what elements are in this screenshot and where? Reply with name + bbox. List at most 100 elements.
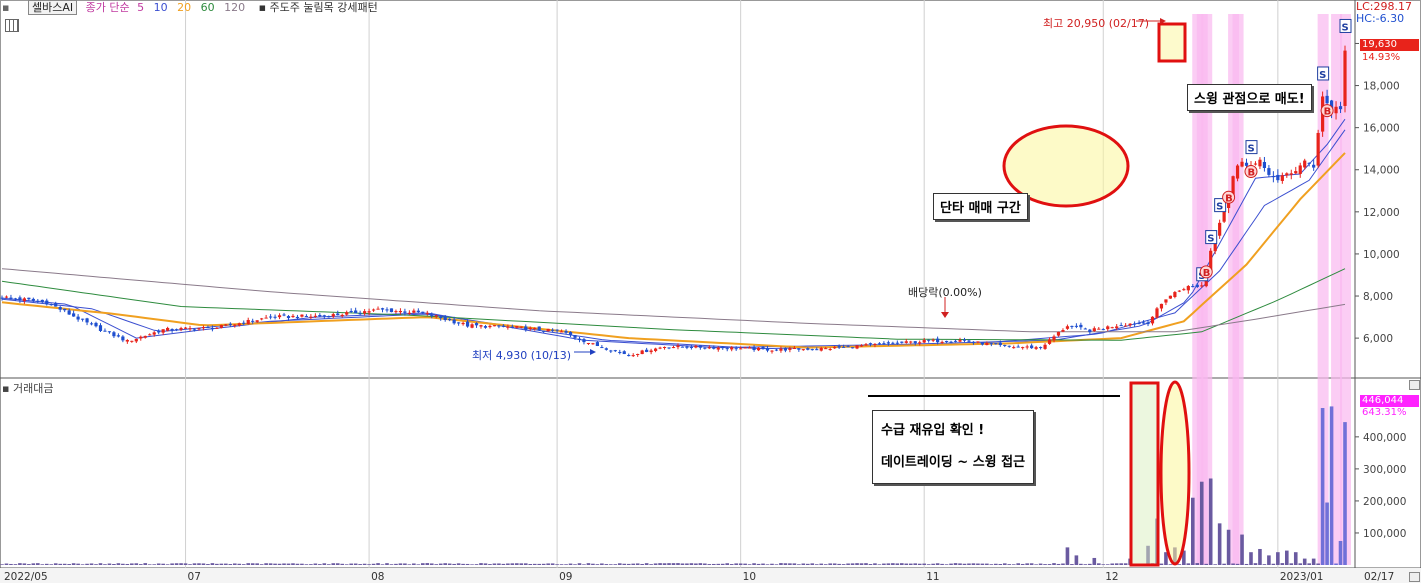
volume-bar [1249,552,1253,565]
candle-body [9,297,13,299]
candle-body [255,320,259,322]
candle-body [448,318,452,321]
candle-body [130,340,134,342]
candle-body [528,327,532,330]
volume-bar [313,563,318,565]
collapse-toggle[interactable]: ▪ [2,1,9,14]
candle-body [1159,303,1164,309]
candle-body [1092,328,1096,332]
candle-body [1235,165,1240,179]
volume-bar [318,564,322,565]
volume-bar [1204,563,1209,565]
candle-body [1343,50,1347,106]
x-tick-label: 09 [559,571,572,583]
ma-line-5 [1,118,1346,349]
volume-bar [1123,563,1128,565]
volume-bar [971,563,976,565]
volume-bar [103,564,107,565]
candle-body [470,324,474,328]
candle-body [1007,345,1011,347]
candle-body [962,339,967,341]
candle-body [953,340,958,342]
volume-tick-label: 100,000 [1363,528,1406,540]
volume-bar [277,563,282,565]
ma-settings[interactable]: 종가 단순 5 10 20 60 120 [86,1,254,14]
volume-bar [1101,564,1106,565]
indicator-settings[interactable]: ▪ 주도주 눌림목 강세패턴 [259,1,383,14]
x-tick-label: 2022/05 [4,571,48,583]
volume-bar [380,564,385,565]
candle-body [322,315,326,317]
candle-body [1146,322,1150,325]
volume-bar [1334,563,1338,565]
candle-body [864,344,868,346]
candle-body [1307,162,1311,164]
volume-scroll-button[interactable] [1409,380,1420,390]
volume-bar [859,563,864,565]
volume-bar [720,563,725,565]
price-scroll-button[interactable] [1409,572,1420,582]
stock-name-selector[interactable]: 셀바스AI [27,0,78,15]
volume-bar [541,563,546,565]
supply-callout-line2: 데이트레이딩 ~ 스윙 접근 [881,455,1026,470]
candle-body [112,332,116,337]
candle-body [936,338,940,343]
hc-value: HC:-6.30 [1356,12,1405,25]
volume-bar [962,563,967,565]
candle-body [80,318,85,320]
grid-icon[interactable] [5,19,19,32]
candle-body [354,310,358,314]
candle-body [425,312,429,314]
current-price-badge: 19,630 [1360,39,1419,51]
candle-body [233,324,237,326]
volume-tick-label: 400,000 [1363,432,1406,444]
candle-body [815,349,819,351]
volume-bar [810,563,815,565]
candle-body [107,331,112,333]
volume-bar [76,563,80,565]
candle-body [940,341,944,343]
volume-bar [497,563,501,565]
candle-body [649,350,653,353]
volume-bar [671,563,676,565]
candle-body [868,343,873,345]
volume-bar [725,563,730,565]
volume-bar [1311,558,1316,565]
candle-body [1280,175,1284,181]
volume-bar [994,563,998,565]
candle-body [1065,326,1070,329]
candle-body [309,316,313,318]
volume-bar [1114,563,1119,565]
candle-body [1244,162,1249,166]
volume-bar [653,563,658,565]
candle-body [439,316,443,319]
candle-body [380,308,385,310]
indicator-label: 주도주 눌림목 강세패턴 [269,1,378,14]
candle-body [824,348,828,350]
volume-bar [828,563,832,565]
volume-bar [555,564,559,565]
volume-bar [465,563,470,565]
volume-bar [353,563,358,565]
volume-bar [564,564,568,565]
candle-body [416,310,420,313]
volume-bar [985,563,989,565]
ma-period-10: 10 [153,1,168,14]
candle-body [210,328,215,330]
volume-bar [765,564,770,565]
candle-body [622,351,626,355]
low-annotation: 최저 4,930 (10/13) [472,349,572,362]
candle-body [139,336,143,339]
candle-body [1334,106,1338,114]
candle-body [994,343,998,345]
volume-bar [631,563,636,565]
volume-bar [922,563,926,565]
candle-body [555,329,559,331]
candle-body [174,329,179,331]
volume-bar [895,563,900,565]
volume-bar [1088,563,1092,565]
candle-body [1150,316,1155,324]
volume-bar [1325,502,1329,565]
candle-body [1267,168,1271,175]
volume-bar [138,564,143,565]
